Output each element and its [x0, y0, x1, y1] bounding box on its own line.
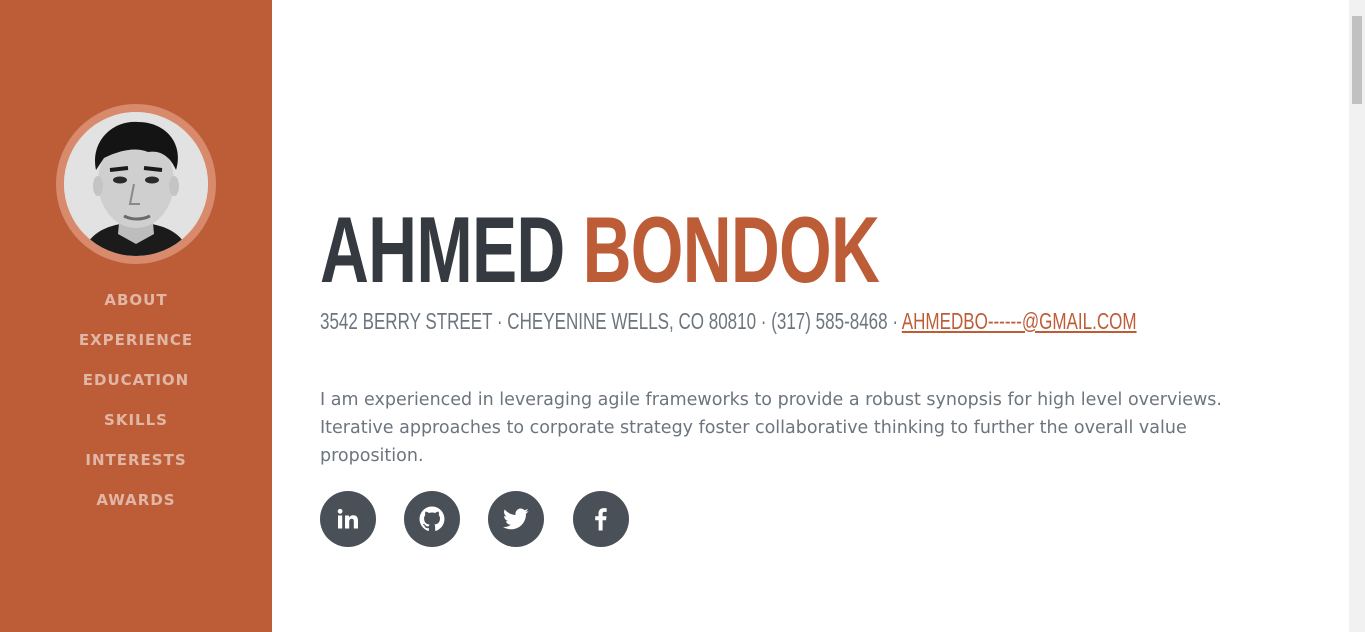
facebook-button[interactable]	[573, 491, 629, 547]
address-text: 3542 BERRY STREET · CHEYENINE WELLS, CO …	[320, 308, 902, 334]
linkedin-icon	[337, 508, 358, 529]
nav-item-awards[interactable]: AWARDS	[0, 480, 272, 520]
facebook-icon	[595, 508, 607, 531]
nav-item-skills[interactable]: SKILLS	[0, 400, 272, 440]
nav-item-experience[interactable]: EXPERIENCE	[0, 320, 272, 360]
profile-photo-frame	[56, 104, 216, 264]
nav-item-education[interactable]: EDUCATION	[0, 360, 272, 400]
email-link[interactable]: AHMEDBO------@GMAIL.COM	[902, 308, 1137, 334]
twitter-button[interactable]	[488, 491, 544, 547]
github-icon	[419, 506, 445, 531]
scrollbar-thumb[interactable]	[1352, 16, 1362, 104]
page-scrollbar[interactable]	[1349, 0, 1365, 632]
contact-info: 3542 BERRY STREET · CHEYENINE WELLS, CO …	[320, 308, 1137, 334]
sidebar: ABOUT EXPERIENCE EDUCATION SKILLS INTERE…	[0, 0, 272, 632]
linkedin-button[interactable]	[320, 491, 376, 547]
page-title: AHMED BONDOK	[320, 197, 880, 302]
first-name: AHMED	[320, 197, 565, 302]
sidebar-nav: ABOUT EXPERIENCE EDUCATION SKILLS INTERE…	[0, 280, 272, 520]
last-name: BONDOK	[582, 197, 880, 302]
profile-photo	[64, 112, 208, 256]
about-section: AHMED BONDOK 3542 BERRY STREET · CHEYENI…	[272, 0, 1349, 632]
about-text: I am experienced in leveraging agile fra…	[320, 390, 1222, 466]
nav-item-about[interactable]: ABOUT	[0, 280, 272, 320]
twitter-icon	[503, 508, 529, 530]
github-button[interactable]	[404, 491, 460, 547]
nav-item-interests[interactable]: INTERESTS	[0, 440, 272, 480]
